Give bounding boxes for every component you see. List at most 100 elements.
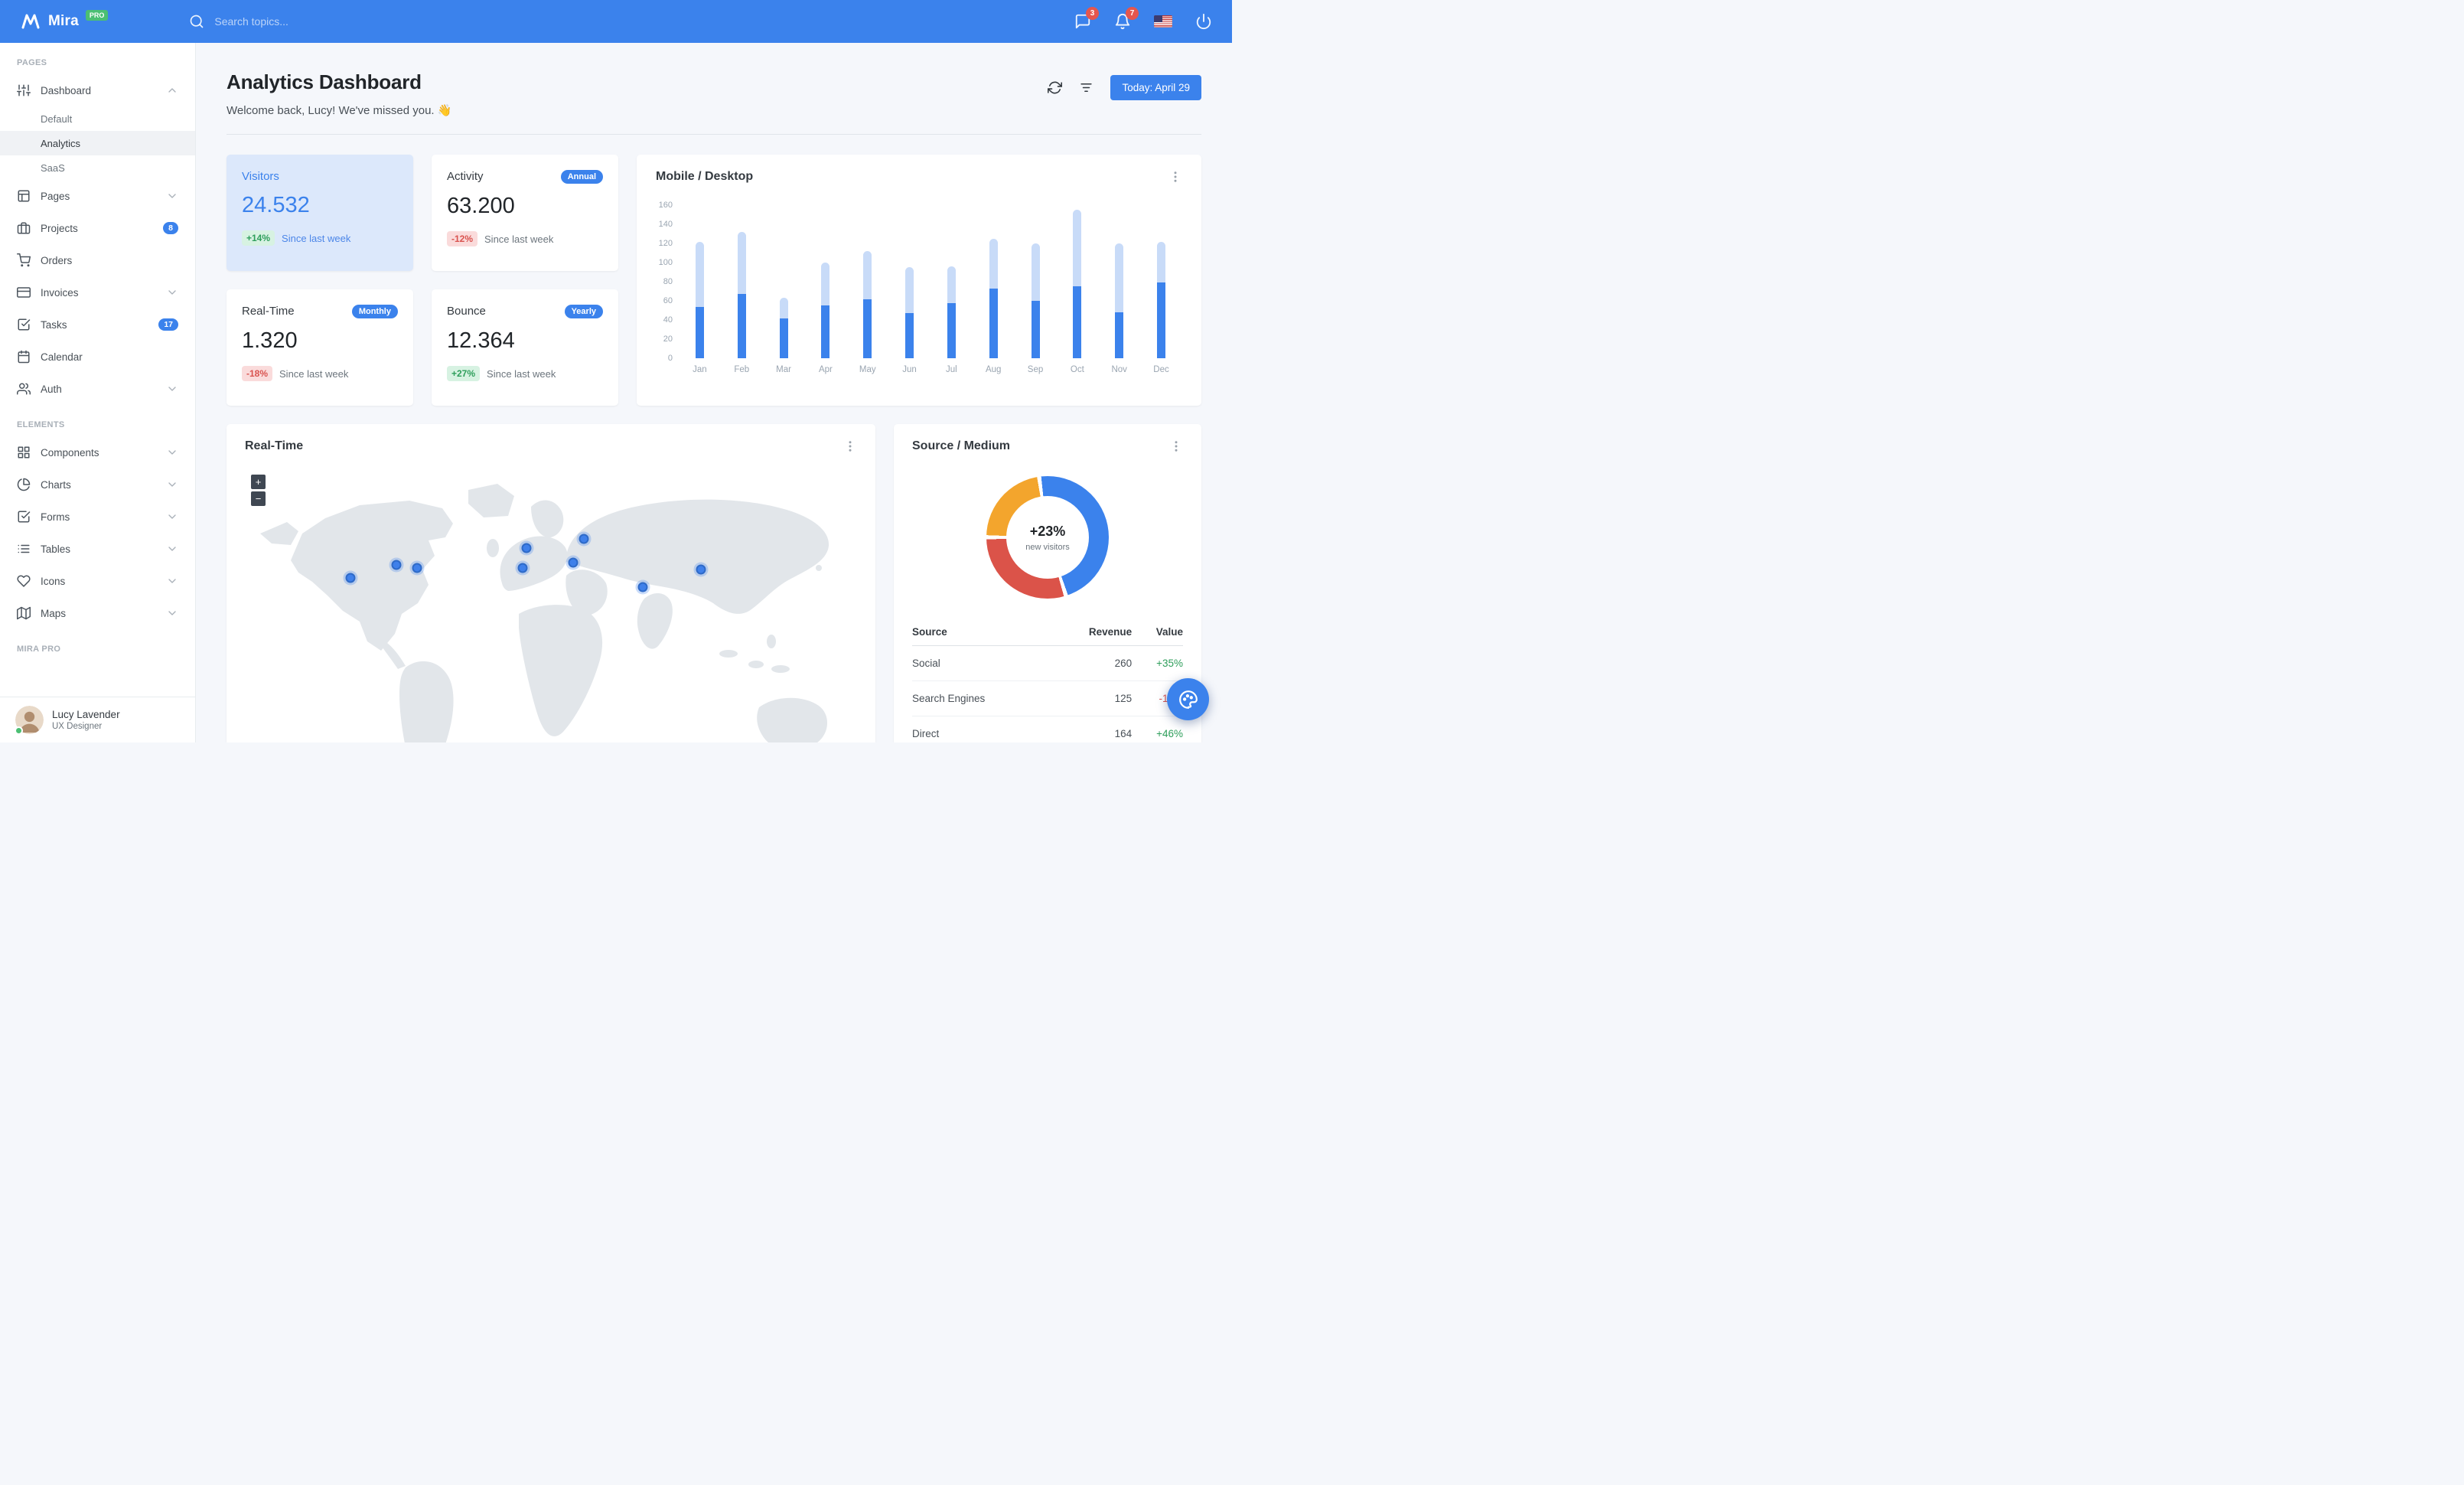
sidebar-item-components[interactable]: Components: [0, 436, 195, 468]
bar-chart: 0 20 40 60 80 100 120 140 160 Jan Feb Mar Apr May Jun…: [656, 201, 1182, 374]
sidebar-item-badge: 17: [158, 318, 178, 331]
sidebar-item-badge: 8: [163, 222, 178, 234]
x-axis-label: Jan: [693, 365, 707, 374]
x-axis-label: Apr: [818, 365, 833, 374]
sidebar-subitem-saas[interactable]: SaaS: [0, 155, 195, 180]
table-row-social: Social 260 +35%: [912, 645, 1183, 681]
y-axis-tick: 60: [663, 296, 673, 305]
cell-value: +46%: [1132, 716, 1183, 742]
stat-delta-badge: -12%: [447, 231, 478, 246]
map-zoom-controls: + −: [251, 475, 266, 506]
donut-center-value: +23%: [1029, 523, 1066, 539]
chevron-down-icon: [168, 290, 176, 295]
filter-button[interactable]: [1079, 80, 1093, 95]
zoom-in-button[interactable]: +: [251, 475, 266, 489]
cell-source: Search Engines: [912, 680, 1051, 716]
stat-delta-badge: +14%: [242, 230, 275, 246]
sidebar-user[interactable]: Lucy Lavender UX Designer: [0, 697, 195, 742]
sidebar-subitem-label: Default: [41, 113, 73, 125]
us-flag-icon: [1154, 15, 1172, 28]
sidebar-item-orders[interactable]: Orders: [0, 244, 195, 276]
sidebar-subitem-default[interactable]: Default: [0, 106, 195, 131]
messages-button[interactable]: 3: [1074, 7, 1099, 30]
sidebar-item-label: Components: [41, 446, 99, 459]
stat-value: 24.532: [242, 193, 310, 217]
x-axis-label: Oct: [1070, 365, 1084, 374]
map-marker: [637, 582, 648, 592]
map-marker: [696, 564, 706, 575]
world-map: + −: [245, 461, 857, 742]
map-marker: [579, 534, 589, 544]
y-axis-tick: 80: [663, 277, 673, 286]
stat-value: 12.364: [447, 328, 515, 353]
page-header: Analytics Dashboard Welcome back, Lucy! …: [227, 70, 1201, 117]
sidebar-item-invoices[interactable]: Invoices: [0, 276, 195, 308]
source-medium-card: Source / Medium +23% new visitors Source…: [894, 424, 1201, 742]
cell-revenue: 164: [1050, 716, 1133, 742]
pie-chart-icon: [17, 478, 31, 491]
card-menu-button[interactable]: [1168, 170, 1182, 184]
donut-center: +23% new visitors: [1006, 496, 1089, 579]
sidebar-item-charts[interactable]: Charts: [0, 468, 195, 501]
sidebar-item-label: Forms: [41, 511, 70, 523]
sidebar-item-label: Tasks: [41, 318, 67, 331]
search-input[interactable]: [214, 15, 429, 28]
navbar-search: [189, 14, 429, 29]
sidebar-subitem-analytics[interactable]: Analytics: [0, 131, 195, 155]
refresh-button[interactable]: [1048, 80, 1063, 95]
language-button[interactable]: [1154, 15, 1172, 28]
sidebar-item-pages[interactable]: Pages: [0, 180, 195, 212]
bar-nov: [1098, 205, 1140, 358]
more-vertical-icon: [1174, 171, 1177, 182]
more-vertical-icon: [1175, 441, 1178, 452]
sidebar-item-dashboard[interactable]: Dashboard: [0, 74, 195, 106]
sidebar-item-label: Invoices: [41, 286, 79, 299]
stat-delta-badge: +27%: [447, 366, 481, 381]
card-menu-button[interactable]: [843, 439, 857, 453]
stat-title: Real-Time: [242, 305, 295, 318]
credit-card-icon: [17, 287, 31, 298]
column-header-source: Source: [912, 620, 1051, 646]
sidebar-item-auth[interactable]: Auth: [0, 373, 195, 405]
chevron-down-icon: [168, 450, 176, 455]
mira-logo-icon: [21, 14, 40, 29]
x-axis-label: Sep: [1027, 365, 1044, 374]
check-square-icon: [18, 511, 31, 523]
page-subtitle: Welcome back, Lucy! We've missed you. 👋: [227, 104, 452, 117]
sidebar-item-tasks[interactable]: Tasks 17: [0, 308, 195, 341]
x-axis-label: Mar: [776, 365, 791, 374]
sidebar-nav: PAGES Dashboard Default Analytics SaaS Pages P…: [0, 43, 195, 697]
date-range-button[interactable]: Today: April 29: [1110, 75, 1201, 100]
stat-title: Activity: [447, 170, 484, 183]
zoom-out-button[interactable]: −: [251, 491, 266, 506]
card-menu-button[interactable]: [1169, 439, 1183, 453]
filter-icon: [1080, 83, 1093, 93]
logout-button[interactable]: [1195, 13, 1212, 30]
sidebar-section-label: PAGES: [17, 58, 47, 67]
users-icon: [17, 383, 31, 395]
sliders-icon: [17, 84, 31, 96]
map-icon: [17, 606, 31, 620]
check-square-icon: [18, 318, 31, 331]
top-navbar: Mira PRO 3 7: [0, 0, 1232, 43]
table-row-search-engines: Search Engines125-12%: [912, 680, 1183, 716]
sidebar-item-maps[interactable]: Maps: [0, 597, 195, 629]
x-axis-label: Feb: [734, 365, 750, 374]
sidebar-item-icons[interactable]: Icons: [0, 565, 195, 597]
sidebar-item-tables[interactable]: Tables: [0, 533, 195, 565]
brand[interactable]: Mira PRO: [20, 10, 109, 31]
y-axis-tick: 140: [658, 220, 673, 229]
map-marker: [568, 557, 579, 568]
mobile-desktop-card: Mobile / Desktop 0 20 40 60 80 100 120 140 160 J…: [637, 155, 1201, 406]
navbar-actions: 3 7: [1074, 7, 1212, 30]
sidebar-item-projects[interactable]: Projects 8: [0, 212, 195, 244]
theme-settings-button[interactable]: [1167, 678, 1209, 720]
bar-chart-y-axis: 0 20 40 60 80 100 120 140 160: [656, 201, 679, 363]
sidebar-item-forms[interactable]: Forms: [0, 501, 195, 533]
sidebar-item-calendar[interactable]: Calendar: [0, 341, 195, 373]
table-row-direct: Direct 164 +46%: [912, 716, 1183, 742]
stat-value: 1.320: [242, 328, 298, 353]
notifications-button[interactable]: 7: [1114, 7, 1139, 30]
chevron-down-icon: [168, 194, 176, 198]
sidebar-section-label: MIRA PRO: [17, 645, 61, 654]
